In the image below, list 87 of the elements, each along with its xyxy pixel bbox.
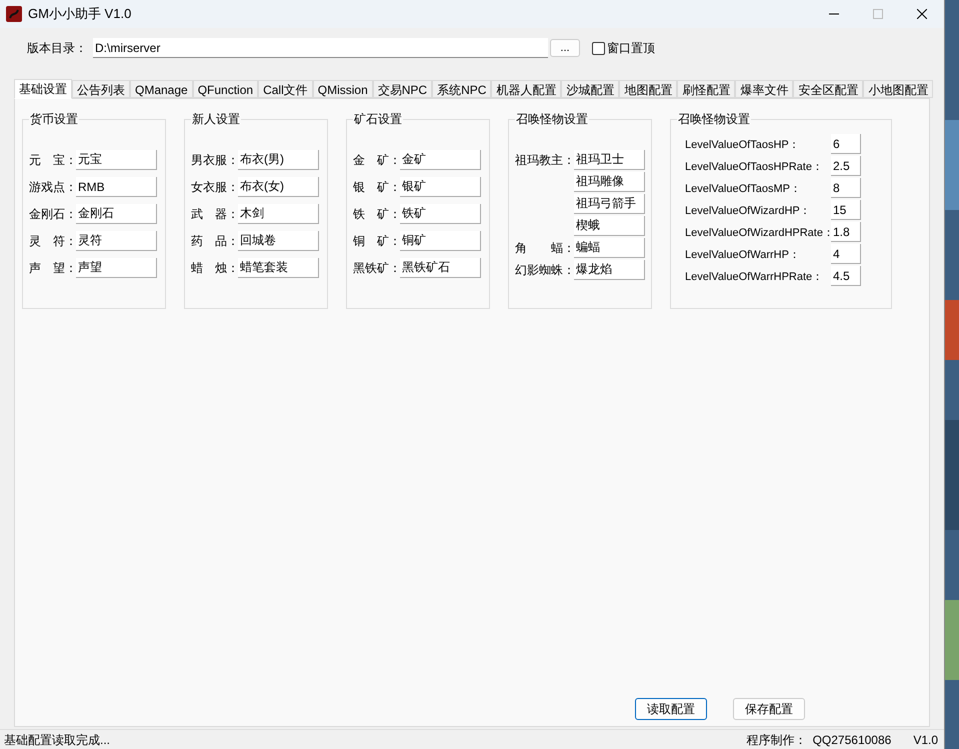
text-field[interactable]: 蝙蝠 [574, 238, 645, 258]
field-label: 银 矿： [353, 180, 401, 194]
tab[interactable]: 小地图配置 [863, 80, 934, 98]
close-icon [917, 9, 927, 19]
field-label: LevelValueOfTaosHP： [685, 138, 800, 151]
text-field[interactable]: 4.5 [831, 266, 861, 286]
text-field[interactable]: 铜矿 [400, 231, 481, 251]
tab[interactable]: 公告列表 [72, 80, 130, 98]
field-label: 游戏点： [29, 180, 77, 194]
status-message: 基础配置读取完成... [4, 732, 110, 748]
text-field[interactable]: 爆龙焰 [574, 260, 645, 280]
text-field[interactable]: 2.5 [831, 156, 861, 176]
browse-button[interactable]: ... [550, 39, 580, 57]
field-label: 元 宝： [29, 153, 77, 167]
tab[interactable]: 机器人配置 [491, 80, 562, 98]
field-label: 男衣服： [191, 153, 239, 167]
group-title: 召唤怪物设置 [677, 111, 751, 127]
field-label: 角 蝠： [515, 241, 575, 255]
text-field[interactable]: 布衣(女) [238, 177, 319, 197]
tab[interactable]: 爆率文件 [735, 80, 794, 98]
field-label: LevelValueOfWarrHP： [685, 248, 800, 261]
text-field[interactable]: 6 [831, 134, 861, 154]
version-text: V1.0 [913, 732, 938, 748]
text-field[interactable]: 布衣(男) [238, 150, 319, 170]
field-label: 金刚石： [29, 207, 77, 221]
field-label: 灵 符： [29, 234, 77, 248]
text-field[interactable]: RMB [76, 177, 157, 197]
text-field[interactable]: 4 [831, 244, 861, 264]
tab[interactable]: QMission [312, 80, 373, 98]
topmost-label: 窗口置顶 [607, 40, 655, 57]
field-label: 声 望： [29, 261, 77, 275]
text-field[interactable]: 黑铁矿石 [400, 258, 481, 278]
field-label: 金 矿： [353, 153, 401, 167]
field-label: 幻影蜘蛛： [515, 263, 575, 277]
maximize-icon [873, 9, 883, 19]
text-field[interactable]: 金刚石 [76, 204, 157, 224]
field-label: 祖玛教主： [515, 153, 575, 167]
author-label: 程序制作： [746, 732, 807, 748]
field-label: LevelValueOfWizardHPRate： [685, 226, 834, 239]
group-title: 新人设置 [191, 111, 241, 127]
tab[interactable]: 交易NPC [372, 80, 432, 98]
tab[interactable]: QManage [130, 80, 193, 98]
version-dir-label: 版本目录： [27, 40, 87, 57]
group-title: 货币设置 [29, 111, 79, 127]
tab[interactable]: 安全区配置 [793, 80, 864, 98]
field-label: 铁 矿： [353, 207, 401, 221]
tab[interactable]: 地图配置 [619, 80, 678, 98]
text-field[interactable]: 15 [831, 200, 861, 220]
tab[interactable]: 基础设置 [14, 79, 72, 99]
version-dir-field[interactable]: D:\mirserver [93, 38, 548, 58]
field-label: 黑铁矿： [353, 261, 401, 275]
text-field[interactable]: 木剑 [238, 204, 319, 224]
field-label: LevelValueOfWarrHPRate： [685, 270, 824, 283]
field-label: 药 品： [191, 234, 239, 248]
field-label: 女衣服： [191, 180, 239, 194]
field-label: 蜡 烛： [191, 261, 239, 275]
field-label: 铜 矿： [353, 234, 401, 248]
tab[interactable]: 刷怪配置 [677, 80, 736, 98]
text-field[interactable]: 铁矿 [400, 204, 481, 224]
tab[interactable]: QFunction [192, 80, 258, 98]
text-field[interactable]: 1.8 [831, 222, 861, 242]
field-label: 武 器： [191, 207, 239, 221]
text-field[interactable]: 8 [831, 178, 861, 198]
text-field[interactable]: 祖玛卫士 [574, 150, 645, 170]
text-field[interactable]: 声望 [76, 258, 157, 278]
text-field[interactable]: 银矿 [400, 177, 481, 197]
text-field[interactable]: 祖玛雕像 [574, 172, 645, 192]
config-button[interactable]: 读取配置 [635, 698, 707, 720]
text-field[interactable]: 祖玛弓箭手 [574, 194, 645, 214]
field-label: LevelValueOfWizardHP： [685, 204, 811, 217]
text-field[interactable]: 蜡笔套装 [238, 258, 319, 278]
text-field[interactable]: 回城卷 [238, 231, 319, 251]
config-button[interactable]: 保存配置 [733, 698, 805, 720]
tab[interactable]: Call文件 [258, 80, 313, 98]
text-field[interactable]: 金矿 [400, 150, 481, 170]
text-field[interactable]: 灵符 [76, 231, 157, 251]
tab[interactable]: 系统NPC [432, 80, 492, 98]
text-field[interactable]: 元宝 [76, 150, 157, 170]
topmost-checkbox[interactable] [592, 42, 605, 54]
group-title: 矿石设置 [353, 111, 403, 127]
group-title: 召唤怪物设置 [515, 111, 589, 127]
author-text: QQ275610086 [812, 732, 892, 748]
text-field[interactable]: 楔蛾 [574, 216, 645, 236]
tab[interactable]: 沙城配置 [561, 80, 620, 98]
window-title: GM小小助手 V1.0 [28, 5, 132, 24]
field-label: LevelValueOfTaosHPRate： [685, 160, 823, 173]
field-label: LevelValueOfTaosMP： [685, 182, 801, 195]
